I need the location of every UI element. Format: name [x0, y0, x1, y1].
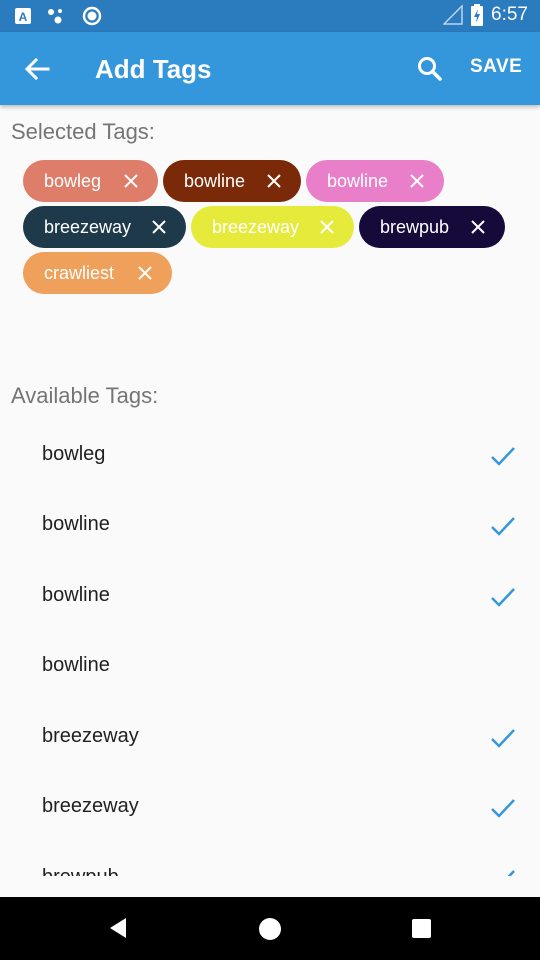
list-item[interactable]: bowline — [0, 491, 540, 561]
status-right-icons: 6:57 — [443, 4, 528, 26]
item-label: brewpub — [42, 866, 119, 876]
app-bar: Add Tags SAVE — [0, 32, 540, 105]
a-icon: A — [15, 8, 31, 24]
chip-label: bowline — [327, 170, 389, 191]
close-icon[interactable] — [121, 171, 141, 191]
list-item[interactable]: breezeway — [0, 703, 540, 773]
check-icon — [491, 799, 515, 818]
chip-label: bowleg — [44, 170, 102, 191]
available-tags-list[interactable]: bowleg bowline bowline bowline breezeway… — [0, 421, 540, 876]
signal-icon — [443, 5, 463, 25]
chip-brewpub[interactable]: brewpub — [359, 206, 505, 248]
close-icon[interactable] — [149, 217, 169, 237]
back-button[interactable] — [18, 50, 56, 88]
list-item[interactable]: bowleg — [0, 421, 540, 491]
save-button[interactable]: SAVE — [470, 56, 522, 78]
check-icon — [491, 517, 515, 536]
chip-label: breezeway — [212, 216, 300, 237]
battery-icon — [471, 4, 484, 26]
chip-label: crawliest — [44, 262, 115, 283]
close-icon[interactable] — [468, 217, 488, 237]
page-title: Add Tags — [95, 54, 212, 84]
recents-square-icon[interactable] — [411, 918, 432, 939]
item-label: bowline — [42, 513, 110, 535]
item-label: bowline — [42, 584, 110, 606]
home-circle-icon[interactable] — [258, 917, 282, 941]
chip-crawliest[interactable]: crawliest — [23, 252, 172, 294]
item-label: bowline — [42, 654, 110, 676]
check-icon — [507, 870, 515, 876]
navigation-bar — [0, 897, 540, 960]
chip-label: brewpub — [380, 216, 450, 237]
item-label: breezeway — [42, 795, 139, 817]
chip-label: breezeway — [44, 216, 132, 237]
arrow-left-icon — [24, 57, 50, 81]
item-label: breezeway — [42, 725, 139, 747]
close-icon[interactable] — [407, 171, 427, 191]
available-tags-label: Available Tags: — [11, 383, 159, 408]
circle-icon — [82, 6, 102, 26]
list-item[interactable]: bowline — [0, 562, 540, 632]
back-triangle-icon[interactable] — [106, 916, 130, 940]
check-icon — [491, 588, 515, 607]
close-icon[interactable] — [264, 171, 284, 191]
list-item[interactable]: brewpub — [0, 844, 540, 876]
status-time: 6:57 — [491, 4, 528, 25]
svg-text:A: A — [19, 10, 28, 24]
selected-tags-label: Selected Tags: — [11, 119, 155, 144]
chip-breezeway[interactable]: breezeway — [191, 206, 354, 248]
assistant-dots-icon — [48, 9, 62, 24]
search-icon — [418, 57, 442, 81]
check-icon — [491, 729, 515, 748]
list-item[interactable]: bowline — [0, 632, 540, 702]
check-icon — [491, 447, 515, 466]
chip-label: bowline — [184, 170, 246, 191]
item-label: bowleg — [42, 443, 106, 465]
status-bar: A 6:57 — [0, 0, 540, 32]
chip-breezeway[interactable]: breezeway — [23, 206, 186, 248]
close-icon[interactable] — [317, 217, 337, 237]
chip-bowleg[interactable]: bowleg — [23, 160, 158, 202]
list-item[interactable]: breezeway — [0, 773, 540, 843]
chip-bowline[interactable]: bowline — [306, 160, 444, 202]
status-left-icons: A — [14, 6, 102, 26]
chip-bowline[interactable]: bowline — [163, 160, 301, 202]
search-button[interactable] — [410, 50, 450, 88]
close-icon[interactable] — [135, 263, 155, 283]
